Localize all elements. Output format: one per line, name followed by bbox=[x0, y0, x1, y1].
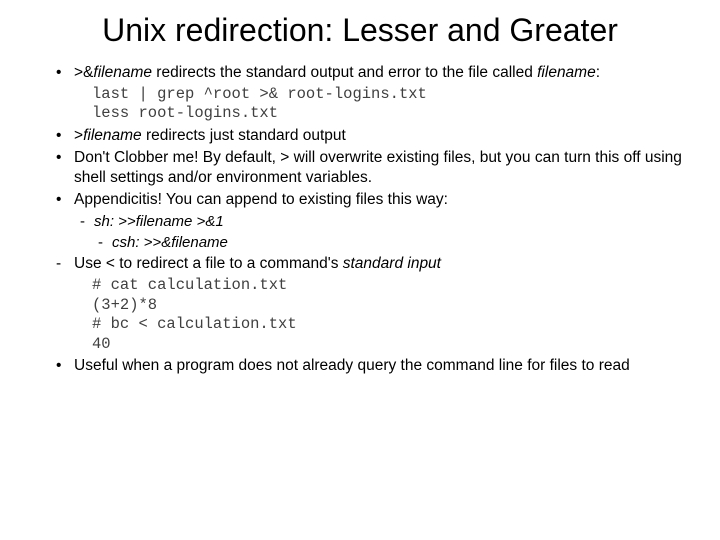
slide-title: Unix redirection: Lesser and Greater bbox=[30, 12, 690, 49]
op-prefix: >& bbox=[74, 64, 93, 81]
op-less-than: < bbox=[106, 255, 115, 272]
text: redirects the standard output and error … bbox=[152, 64, 537, 81]
code-line: less root-logins.txt bbox=[92, 104, 690, 123]
text: to redirect a file to a command's bbox=[115, 255, 343, 272]
code-line: # cat calculation.txt bbox=[92, 276, 690, 295]
code-line: 40 bbox=[92, 335, 690, 354]
bullet-item-2: >filename redirects just standard output bbox=[60, 126, 690, 146]
code-line: (3+2)*8 bbox=[92, 296, 690, 315]
slide: Unix redirection: Lesser and Greater >&f… bbox=[0, 0, 720, 376]
filename-italic: filename bbox=[93, 64, 152, 81]
code-line: # bc < calculation.txt bbox=[92, 315, 690, 334]
stdin-italic: standard input bbox=[343, 255, 441, 272]
filename-italic: filename bbox=[83, 127, 142, 144]
bullet-list: >&filename redirects the standard output… bbox=[30, 63, 690, 376]
text: redirects just standard output bbox=[142, 127, 346, 144]
sub-item-csh: csh: >>&filename bbox=[98, 233, 690, 253]
bullet-item-1: >&filename redirects the standard output… bbox=[60, 63, 690, 124]
text: Appendicitis! You can append to existing… bbox=[74, 191, 448, 208]
code-line: last | grep ^root >& root-logins.txt bbox=[92, 85, 690, 104]
sub-list: sh: >>filename >&1 csh: >>&filename bbox=[80, 212, 690, 252]
bullet-item-4: Appendicitis! You can append to existing… bbox=[60, 190, 690, 252]
sub-item-sh: sh: >>filename >&1 bbox=[80, 212, 690, 232]
filename-italic: filename bbox=[537, 64, 596, 81]
bullet-item-3: Don't Clobber me! By default, > will ove… bbox=[60, 148, 690, 188]
op-prefix: > bbox=[74, 127, 83, 144]
text: : bbox=[596, 64, 600, 81]
text: Use bbox=[74, 255, 106, 272]
bullet-item-5: Use < to redirect a file to a command's … bbox=[60, 254, 690, 354]
bullet-item-6: Useful when a program does not already q… bbox=[60, 356, 690, 376]
